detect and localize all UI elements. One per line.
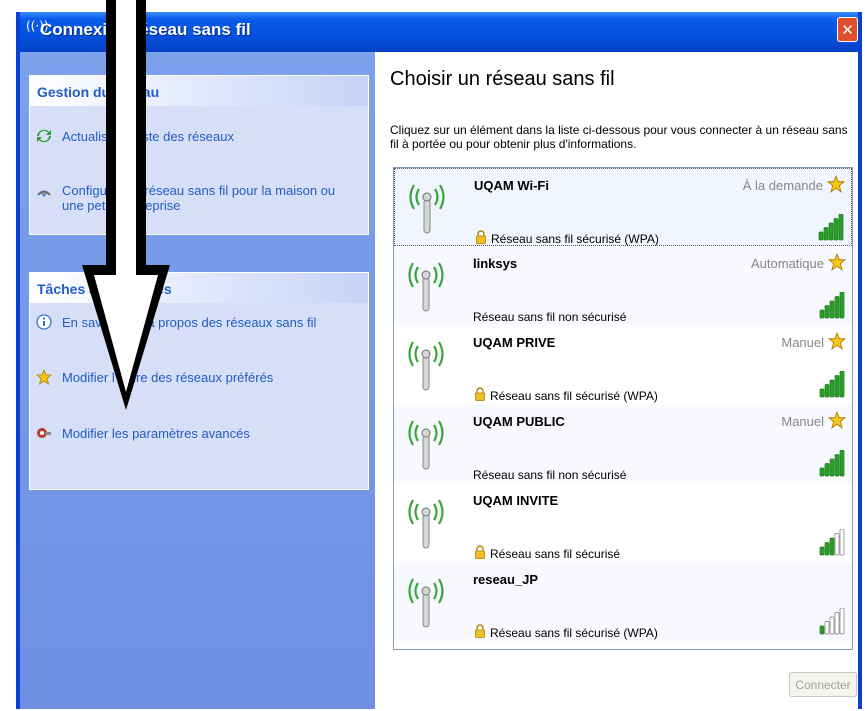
- wireless-antenna-icon: [408, 499, 444, 549]
- network-row[interactable]: UQAM PRIVE Manuel Réseau sans fil sécurisé…: [394, 326, 852, 404]
- wireless-antenna-icon: [408, 262, 444, 312]
- preferred-star-icon: [828, 332, 846, 350]
- info-icon: [36, 314, 52, 330]
- network-row[interactable]: reseau_JP Réseau sans fil sécurisé (WPA): [394, 563, 852, 641]
- refresh-network-list-label: Actualiser la liste des réseaux: [62, 129, 234, 144]
- star-icon: [36, 369, 52, 385]
- network-security-status: Réseau sans fil non sécurisé: [473, 468, 627, 482]
- network-name: UQAM PRIVE: [473, 335, 556, 350]
- network-list[interactable]: UQAM Wi-Fi À la demande Réseau sans fil sé…: [393, 167, 853, 650]
- wireless-antenna-icon: [408, 420, 444, 470]
- task-pane: Gestion du réseau Actualiser la liste de…: [20, 52, 375, 709]
- page-title: Choisir un réseau sans fil: [390, 68, 615, 90]
- network-tasks-box: Gestion du réseau Actualiser la liste de…: [29, 75, 369, 235]
- lock-icon: [476, 230, 486, 244]
- related-tasks-header: Tâches apparentées: [30, 273, 368, 303]
- signal-strength-icon: [819, 292, 845, 319]
- preferred-star-icon: [827, 175, 845, 193]
- network-name: UQAM INVITE: [473, 493, 559, 508]
- signal-strength-icon: [819, 371, 845, 398]
- network-security-status: Réseau sans fil sécurisé (WPA): [490, 389, 658, 403]
- network-security-status: Réseau sans fil sécurisé (WPA): [491, 232, 659, 246]
- signal-strength-icon: [818, 214, 844, 241]
- instructions-text: Cliquez sur un élément dans la liste ci-…: [390, 123, 848, 151]
- lock-icon: [475, 387, 485, 401]
- related-tasks-box: Tâches apparentées En savoir plus à prop…: [29, 272, 369, 490]
- lock-icon: [475, 545, 485, 559]
- network-security-status: Réseau sans fil non sécurisé: [473, 310, 627, 324]
- preferred-star-icon: [828, 253, 846, 271]
- network-name: UQAM PUBLIC: [473, 414, 565, 429]
- change-advanced-settings-label: Modifier les paramètres avancés: [62, 426, 250, 441]
- change-preferred-order-label: Modifier l'ordre des réseaux préférés: [62, 370, 274, 385]
- network-row[interactable]: UQAM INVITE Réseau sans fil sécurisé: [394, 484, 852, 562]
- network-name: UQAM Wi-Fi: [474, 178, 549, 193]
- network-security-status: Réseau sans fil sécurisé (WPA): [490, 626, 658, 640]
- wireless-antenna-icon: [409, 184, 445, 234]
- wireless-antenna-icon: [408, 341, 444, 391]
- network-name: linksys: [473, 256, 518, 271]
- signal-strength-icon: [819, 608, 845, 635]
- title-bar[interactable]: ((·)) Connexion réseau sans fil ✕: [20, 12, 858, 52]
- signal-strength-icon: [819, 450, 845, 477]
- learn-about-wireless-label: En savoir plus à propos des réseaux sans…: [62, 315, 317, 330]
- close-icon: ✕: [841, 21, 854, 39]
- wireless-connection-window: ((·)) Connexion réseau sans fil ✕ Gestio…: [16, 12, 862, 709]
- connection-mode: Manuel: [781, 335, 824, 350]
- connection-mode: Manuel: [781, 414, 824, 429]
- network-row[interactable]: UQAM Wi-Fi À la demande Réseau sans fil sé…: [394, 168, 852, 246]
- connection-mode: À la demande: [742, 178, 823, 193]
- network-name: reseau_JP: [473, 572, 539, 587]
- signal-strength-icon: [819, 529, 845, 556]
- connection-mode: Automatique: [751, 256, 824, 271]
- network-security-status: Réseau sans fil sécurisé: [490, 547, 621, 561]
- settings-icon: [37, 428, 51, 438]
- refresh-icon: [37, 129, 51, 143]
- network-row[interactable]: linksys Automatique Réseau sans fil non sé…: [394, 247, 852, 325]
- window-title: Connexion réseau sans fil: [40, 20, 251, 39]
- close-button[interactable]: ✕: [837, 17, 858, 42]
- network-tasks-header: Gestion du réseau: [30, 76, 368, 106]
- preferred-star-icon: [828, 411, 846, 429]
- wireless-antenna-icon: [408, 578, 444, 628]
- main-pane: Choisir un réseau sans fil Cliquez sur u…: [375, 52, 858, 709]
- setup-wizard-icon: [37, 190, 51, 197]
- setup-wireless-network-label: Configurer un réseau sans fil pour la ma…: [62, 183, 336, 213]
- lock-icon: [475, 624, 485, 638]
- connect-button[interactable]: Connecter: [789, 672, 857, 697]
- network-row[interactable]: UQAM PUBLIC Manuel Réseau sans fil non séc…: [394, 405, 852, 483]
